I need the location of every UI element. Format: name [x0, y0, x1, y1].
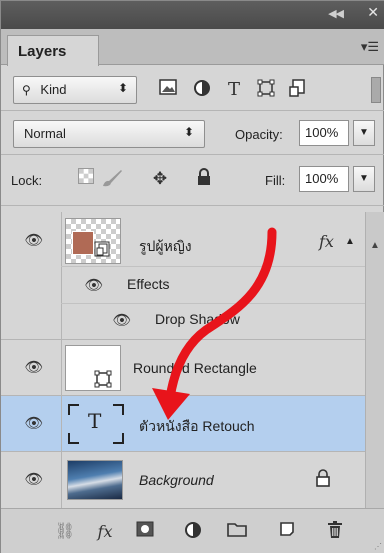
layers-panel: ◀◀ ✕ Layers ▾☰ ⚲ Kind ⬍ T Normal ⬍ Opaci… [0, 0, 384, 553]
divider [1, 110, 384, 111]
layer-thumbnail [65, 218, 121, 264]
lock-paint-icon[interactable] [101, 168, 123, 190]
scroll-up-icon[interactable]: ▲ [370, 240, 380, 251]
fill-label: Fill: [265, 173, 286, 188]
layer-name[interactable]: รูปผู้หญิง [139, 236, 192, 258]
new-layer-icon[interactable] [273, 521, 301, 543]
layer-row-rounded-rectangle[interactable]: 👁 Rounded Rectangle [1, 340, 365, 396]
layers-scrollbar[interactable]: ▲ [365, 212, 384, 508]
smart-object-filter-icon[interactable] [287, 79, 309, 101]
lock-transparency-icon[interactable] [75, 168, 97, 190]
divider [61, 340, 62, 395]
shape-badge-icon [94, 370, 112, 391]
text-layer-thumbnail: T [67, 403, 125, 445]
panel-tab-bar: Layers ▾☰ [1, 29, 384, 66]
type-filter-icon[interactable]: T [223, 79, 245, 101]
fill-input[interactable]: 100% [299, 166, 349, 192]
close-icon[interactable]: ✕ [367, 4, 379, 21]
select-stepper-icon: ⬍ [117, 81, 128, 95]
kind-filter-select[interactable]: ⚲ Kind ⬍ [13, 76, 137, 104]
search-icon: ⚲ [22, 83, 31, 97]
divider [61, 303, 365, 304]
new-adjustment-layer-icon[interactable] [179, 521, 207, 543]
double-chevron-left-icon[interactable]: ◀◀ [328, 7, 344, 20]
layer-name[interactable]: ตัวหนังสือ Retouch [139, 416, 255, 438]
lock-label: Lock: [11, 173, 43, 188]
trash-icon[interactable] [321, 521, 349, 543]
adjustment-filter-icon[interactable] [191, 79, 213, 101]
lock-position-icon[interactable]: ✥ [149, 168, 171, 190]
eye-icon[interactable]: 👁 [81, 278, 107, 294]
layers-list: 👁 รูปผู้หญิง fx ▲ 👁 Effects 👁 Drop Shado… [1, 212, 365, 508]
tab-layers-label: Layers [18, 43, 67, 60]
select-stepper-icon: ⬍ [183, 125, 194, 139]
eye-icon[interactable]: 👁 [21, 416, 47, 432]
resize-grip-icon[interactable]: ⋰ [374, 542, 382, 551]
layer-row-background[interactable]: 👁 Background [1, 452, 365, 508]
layer-effects-icon[interactable]: fx [319, 232, 334, 251]
blend-mode-value: Normal [24, 126, 66, 141]
panel-top-strip: ◀◀ ✕ [1, 1, 384, 29]
filter-row: ⚲ Kind ⬍ T [1, 65, 384, 109]
layer-thumbnail [65, 345, 121, 391]
effect-drop-shadow[interactable]: Drop Shadow [155, 311, 240, 327]
background-thumbnail [67, 460, 123, 500]
woman-photo-thumbnail [72, 231, 94, 255]
divider [61, 452, 62, 508]
divider [1, 205, 384, 206]
eye-icon[interactable]: 👁 [21, 233, 47, 249]
layer-row-text-retouch[interactable]: 👁 T ตัวหนังสือ Retouch [1, 396, 365, 452]
tab-layers[interactable]: Layers [7, 35, 99, 66]
add-layer-style-icon[interactable]: fx [91, 521, 119, 543]
blend-row: Normal ⬍ Opacity: 100% ▼ [1, 113, 384, 151]
chevron-down-icon[interactable]: ▼ [353, 166, 375, 192]
shape-filter-icon[interactable] [255, 79, 277, 101]
layer-name[interactable]: Rounded Rectangle [133, 360, 257, 376]
lock-all-icon[interactable] [193, 168, 215, 190]
layer-name[interactable]: Background [139, 472, 214, 488]
link-layers-icon[interactable]: ⛓ [51, 521, 79, 543]
lock-row: Lock: ✥ Fill: 100% ▼ [1, 159, 384, 199]
eye-icon[interactable]: 👁 [21, 360, 47, 376]
divider [61, 212, 62, 339]
blend-mode-select[interactable]: Normal ⬍ [13, 120, 205, 148]
opacity-label: Opacity: [235, 127, 283, 142]
smart-object-badge-icon [94, 241, 110, 260]
eye-icon[interactable]: 👁 [21, 472, 47, 488]
divider [61, 266, 365, 267]
collapse-triangle-icon[interactable]: ▲ [345, 236, 355, 247]
layer-row-woman[interactable]: 👁 รูปผู้หญิง fx ▲ 👁 Effects 👁 Drop Shado… [1, 212, 365, 340]
add-mask-icon[interactable] [131, 521, 159, 543]
new-group-icon[interactable] [223, 521, 251, 543]
lock-icon [315, 468, 331, 491]
effects-label: Effects [127, 276, 170, 292]
panel-menu-icon[interactable]: ▾☰ [361, 39, 379, 55]
image-filter-icon[interactable] [157, 79, 179, 101]
filter-toggle-switch[interactable] [371, 77, 381, 103]
layers-bottom-toolbar: ⛓ fx ⋰ [1, 508, 384, 553]
divider [61, 396, 62, 451]
type-badge-icon: T [88, 409, 102, 433]
kind-filter-label: Kind [40, 82, 67, 97]
opacity-input[interactable]: 100% [299, 120, 349, 146]
eye-icon[interactable]: 👁 [109, 313, 135, 329]
divider [1, 154, 384, 155]
chevron-down-icon[interactable]: ▼ [353, 120, 375, 146]
